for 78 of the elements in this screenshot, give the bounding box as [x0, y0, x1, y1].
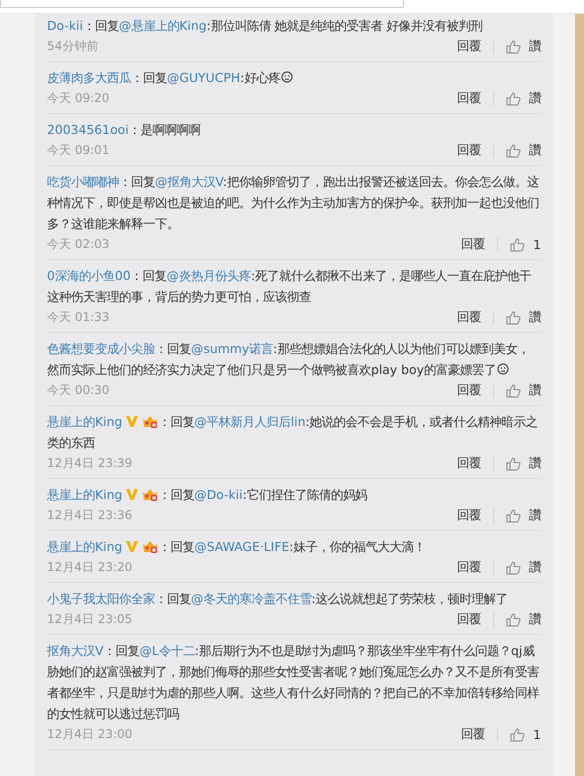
reply-button[interactable]: 回覆 [457, 90, 481, 107]
timestamp: 12月4日 23:20 [47, 559, 134, 576]
mention-link[interactable]: @SAWAGE·LIFE [194, 539, 290, 554]
comment-text: Do-kii：回复@悬崖上的King:那位叫陈倩 她就是纯纯的受害者 好像并没有被判刑 [47, 17, 484, 35]
reply-button[interactable]: 回覆 [461, 726, 486, 743]
username-link[interactable]: 20034561ooi [47, 122, 129, 137]
like-button[interactable]: 讚 [506, 309, 541, 326]
like-button[interactable]: 讚 [506, 455, 541, 472]
timestamp: 今天 00:30 [47, 382, 110, 399]
thumbs-up-icon [506, 384, 521, 398]
mention-link[interactable]: @Do-kii [194, 487, 243, 502]
comment-text: 色酱想要变成小尖脸：回复@summy诺言:那些想嫖娼合法化的人以为他们可以嫖到美女，然而实际上他们的经济实力决定了他们只是另一个做鸭被喜欢play boy的富豪嫖罢了 [47, 340, 530, 379]
thumbs-up-icon [506, 310, 521, 324]
username-link[interactable]: Do-kii [47, 18, 83, 33]
thumbs-up-icon [506, 92, 521, 106]
like-button[interactable]: 1 [510, 727, 541, 742]
mention-link[interactable]: @summy诺言 [191, 341, 274, 356]
username-link[interactable]: 悬崖上的King [47, 414, 122, 429]
comment-text: 吃货小嘟嘟神：回复@抠角大汉V:把你输卵管切了，跑出出报警还被送回去。你会怎么做。这种情况下，即使是帮凶也是被迫的吧。为什么作为主动加害方的保护伞。获刑加一起也没他们多？这谁能来解释一下。 [47, 173, 540, 233]
thumbs-up-icon [510, 728, 526, 742]
reply-button[interactable]: 回覆 [457, 38, 481, 55]
timestamp: 今天 09:20 [47, 90, 110, 107]
like-button[interactable]: 讚 [506, 507, 541, 524]
username-link[interactable]: 0深海的小鱼00 [47, 268, 131, 283]
text-box[interactable] [0, 0, 404, 8]
timestamp: 今天 09:01 [47, 142, 110, 159]
reply-button[interactable]: 回覆 [457, 559, 481, 576]
comment-text: 0深海的小鱼00：回复@炎热月份头疼:死了就什么都揪不出来了，是哪些人一直在庇护他干这种伤天害理的事，背后的势力更可怕，应该彻查 [47, 267, 532, 306]
scrollbar[interactable] [575, 14, 584, 776]
mention-link[interactable]: @抠角大汉V [155, 174, 223, 189]
mention-link[interactable]: @炎热月份头疼 [166, 268, 252, 283]
comment-text: 悬崖上的King ：回复@SAWAGE·LIFE:妹子，你的福气大大滴！ [47, 538, 426, 556]
username-link[interactable]: 悬崖上的King [47, 487, 122, 502]
reply-button[interactable]: 回覆 [457, 309, 481, 326]
thumbs-up-icon [506, 456, 521, 470]
username-link[interactable]: 悬崖上的King [47, 539, 122, 554]
thumbs-up-icon [506, 508, 521, 522]
username-link[interactable]: 色酱想要变成小尖脸 [47, 341, 155, 356]
mention-link[interactable]: @悬崖上的King [118, 18, 207, 33]
reply-button[interactable]: 回覆 [457, 142, 481, 159]
like-button[interactable]: 讚 [506, 90, 541, 107]
like-button[interactable]: 讚 [506, 142, 541, 159]
thumbs-up-icon [510, 238, 526, 252]
like-button[interactable]: 讚 [506, 38, 541, 55]
mention-link[interactable]: @冬天的寒冷盖不住雪 [191, 591, 312, 606]
timestamp: 54分钟前 [47, 38, 100, 55]
reply-button[interactable]: 回覆 [461, 236, 486, 253]
username-link[interactable]: 抠角大汉V [47, 643, 104, 658]
like-button[interactable]: 讚 [506, 382, 541, 399]
reply-button[interactable]: 回覆 [457, 611, 481, 628]
mention-link[interactable]: @L令十二 [139, 643, 195, 658]
comment-text: 皮薄肉多大西瓜：回复@GUYUCPH:好心疼 [47, 67, 541, 88]
timestamp: 12月4日 23:00 [47, 726, 134, 743]
comment-text: 悬崖上的King ：回复@Do-kii:它们捏住了陈倩的妈妈 [47, 486, 368, 504]
like-button[interactable]: 讚 [506, 559, 541, 576]
thumbs-up-icon [506, 40, 521, 54]
comment-text: 小鬼子我太阳你全家：回复@冬天的寒冷盖不住雪:这么说就想起了劳荣枝，顿时理解了 [47, 590, 509, 608]
mention-link[interactable]: @平林新月人归后lin [194, 414, 306, 429]
reply-button[interactable]: 回覆 [457, 507, 481, 524]
thumbs-up-icon [506, 144, 521, 158]
reply-button[interactable]: 回覆 [457, 455, 481, 472]
timestamp: 今天 01:33 [47, 309, 110, 326]
timestamp: 12月4日 23:05 [47, 611, 134, 628]
thumbs-up-icon [506, 560, 521, 574]
comment-text: 抠角大汉V：回复@L令十二:那后期行为不也是助纣为虐吗？那该坐牢坐牢有什么问题？qj威胁她们的赵富强被判了，那她们侮辱的那些女性受害者呢？她们冤屈怎么办？又不是所有受害者都坐牢，只是助纣为虐的那些人啊。这些人有什么好同情的？把自己的不幸加倍转移给同样的女性就可以逃过惩罚吗 [47, 642, 540, 723]
timestamp: 今天 02:03 [47, 236, 110, 253]
timestamp: 12月4日 23:36 [47, 507, 134, 524]
like-button[interactable]: 讚 [506, 611, 541, 628]
comment-text: 悬崖上的King ：回复@平林新月人归后lin:她说的会不会是手机，或者什么精神暗示之类的东西 [47, 413, 539, 452]
username-link[interactable]: 吃货小嘟嘟神 [47, 174, 119, 189]
timestamp: 12月4日 23:39 [47, 455, 134, 472]
like-button[interactable]: 1 [510, 237, 541, 252]
username-link[interactable]: 小鬼子我太阳你全家 [47, 591, 155, 606]
comment-text: 20034561ooi：是啊啊啊啊 [47, 121, 202, 139]
thumbs-up-icon [506, 612, 521, 626]
reply-button[interactable]: 回覆 [457, 382, 481, 399]
username-link[interactable]: 皮薄肉多大西瓜 [47, 70, 131, 85]
mention-link[interactable]: @GUYUCPH [167, 70, 240, 85]
